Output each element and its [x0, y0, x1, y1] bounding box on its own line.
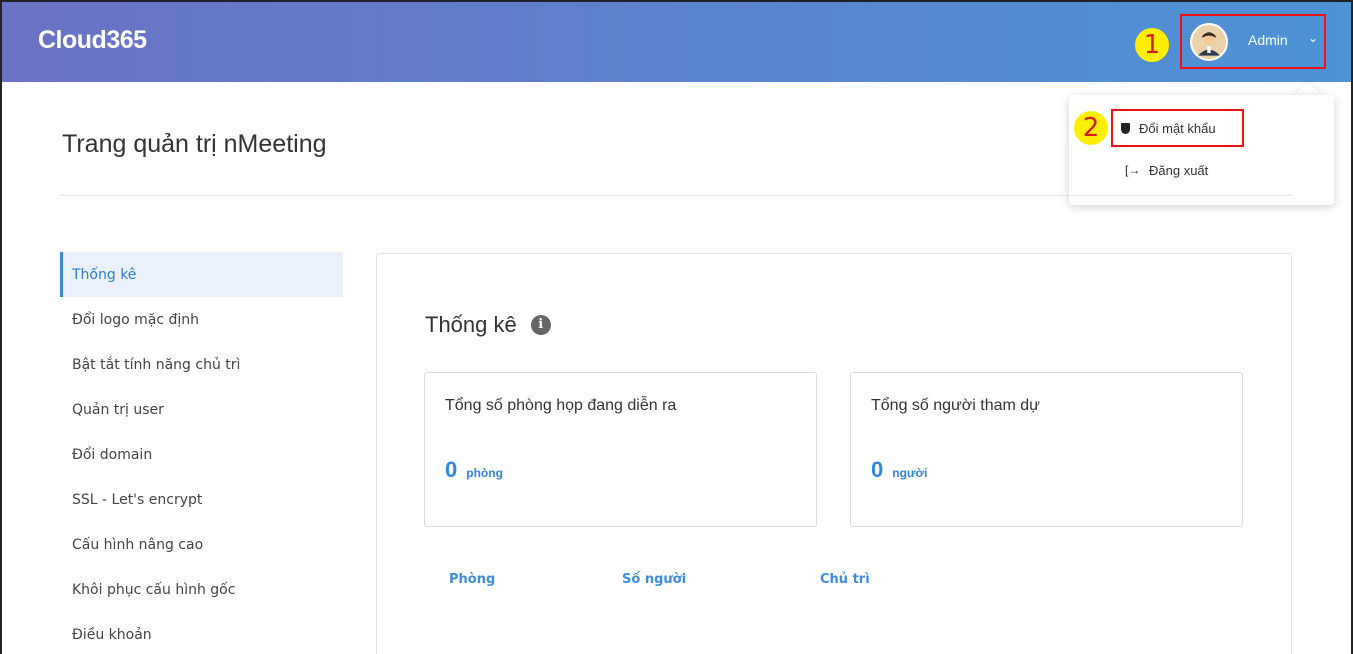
- app-window: Cloud365 1 Admin ⌄ Đổi mật khẩu [→ Đăng …: [0, 0, 1353, 654]
- stat-unit: người: [892, 466, 928, 480]
- chevron-down-icon: ⌄: [1308, 31, 1319, 45]
- divider: [60, 195, 1292, 196]
- logout-item[interactable]: [→ Đăng xuất: [1111, 151, 1208, 189]
- sidebar-item-change-domain[interactable]: Đổi domain: [60, 432, 343, 477]
- sidebar-item-change-logo[interactable]: Đổi logo mặc định: [60, 297, 343, 342]
- page-title: Trang quản trị nMeeting: [62, 130, 327, 158]
- sidebar-item-ssl[interactable]: SSL - Let's encrypt: [60, 477, 343, 522]
- sidebar-item-restore-config[interactable]: Khôi phục cấu hình gốc: [60, 567, 343, 612]
- column-header-host[interactable]: Chủ trì: [820, 572, 870, 587]
- stat-card-label: Tổng số người tham dự: [871, 397, 1040, 414]
- stat-card-value: 0 người: [871, 457, 927, 483]
- sidebar-item-terms[interactable]: Điều khoản: [60, 612, 343, 654]
- sidebar: Thống kê Đổi logo mặc định Bật tắt tính …: [60, 252, 343, 654]
- shield-icon: [1121, 122, 1130, 134]
- logout-icon: [→: [1125, 163, 1141, 177]
- avatar-icon: [1192, 25, 1226, 59]
- avatar: [1190, 23, 1228, 61]
- logout-label: Đăng xuất: [1149, 162, 1209, 178]
- user-menu-button[interactable]: Admin ⌄: [1180, 14, 1326, 69]
- stat-number: 0: [871, 457, 884, 482]
- stat-card-label: Tổng số phòng họp đang diễn ra: [445, 397, 677, 414]
- stat-card-value: 0 phòng: [445, 457, 503, 483]
- stat-card-participants: Tổng số người tham dự 0 người: [850, 372, 1243, 527]
- sidebar-item-host-feature[interactable]: Bật tắt tính năng chủ trì: [60, 342, 343, 387]
- sidebar-item-advanced-config[interactable]: Cấu hình nâng cao: [60, 522, 343, 567]
- info-icon[interactable]: i: [530, 315, 551, 335]
- panel-title: Thống kê i: [425, 312, 551, 338]
- sidebar-item-user-admin[interactable]: Quản trị user: [60, 387, 343, 432]
- column-header-room[interactable]: Phòng: [449, 572, 495, 587]
- top-header: Cloud365 1 Admin ⌄: [2, 2, 1351, 82]
- change-password-item[interactable]: Đổi mật khẩu: [1111, 109, 1244, 147]
- step-badge-1: 1: [1135, 28, 1169, 62]
- user-dropdown-menu: Đổi mật khẩu [→ Đăng xuất: [1069, 95, 1334, 205]
- main-panel: Thống kê i Tổng số phòng họp đang diễn r…: [376, 253, 1292, 654]
- step-badge-2: 2: [1074, 111, 1108, 145]
- stat-unit: phòng: [466, 466, 503, 480]
- brand-logo[interactable]: Cloud365: [38, 26, 147, 55]
- stat-number: 0: [445, 457, 458, 482]
- stat-card-rooms: Tổng số phòng họp đang diễn ra 0 phòng: [424, 372, 817, 527]
- change-password-label: Đổi mật khẩu: [1139, 120, 1216, 136]
- admin-label: Admin: [1248, 32, 1288, 48]
- panel-title-text: Thống kê: [425, 312, 517, 337]
- sidebar-item-statistics[interactable]: Thống kê: [60, 252, 343, 297]
- column-header-people[interactable]: Số người: [622, 572, 686, 587]
